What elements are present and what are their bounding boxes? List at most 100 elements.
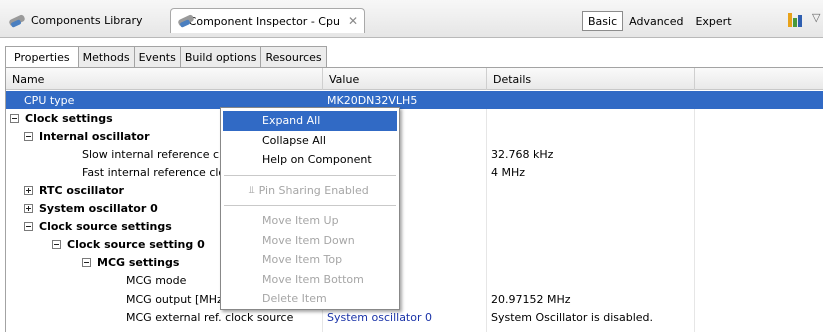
property-name: Slow internal reference cl bbox=[82, 147, 223, 161]
tab-build-options[interactable]: Build options bbox=[180, 46, 262, 68]
menu-item-label: Move Item Bottom bbox=[262, 272, 364, 286]
table-row[interactable]: Fast internal reference clo 4 MHz bbox=[6, 163, 823, 181]
table-row[interactable]: RTC oscillator bbox=[6, 181, 823, 199]
property-name: MCG mode bbox=[126, 274, 187, 288]
collapse-icon[interactable] bbox=[24, 222, 33, 232]
collapse-icon[interactable] bbox=[82, 258, 91, 268]
inspector-sub-tabs: Properties Methods Events Build options … bbox=[5, 46, 327, 68]
menu-item-pin-sharing-enabled: ⫫ Pin Sharing Enabled bbox=[221, 181, 399, 201]
tab-methods[interactable]: Methods bbox=[78, 46, 135, 68]
bar-chart-icon[interactable] bbox=[788, 11, 806, 27]
property-name: MCG output [MHz bbox=[126, 292, 223, 306]
table-row[interactable]: MCG settings bbox=[6, 254, 823, 272]
property-value-cell[interactable]: System oscillator 0 bbox=[323, 308, 486, 326]
property-details-cell bbox=[487, 200, 694, 218]
table-filler-cell bbox=[695, 290, 823, 308]
mode-basic-button[interactable]: Basic bbox=[582, 11, 624, 31]
menu-item-label: Help on Component bbox=[262, 153, 372, 167]
table-row[interactable]: CPU type MK20DN32VLH5 bbox=[6, 91, 823, 110]
property-name: Clock source setting 0 bbox=[67, 238, 205, 252]
expand-icon[interactable] bbox=[24, 204, 33, 214]
menu-item-collapse-all[interactable]: Collapse All bbox=[221, 131, 399, 151]
menu-item-label: Move Item Up bbox=[262, 214, 339, 228]
view-menu-icon[interactable]: ▽ bbox=[812, 11, 820, 24]
table-filler-cell bbox=[695, 272, 823, 290]
property-details-cell bbox=[487, 91, 694, 109]
property-name: Internal oscillator bbox=[39, 129, 150, 143]
column-header-name[interactable]: Name bbox=[6, 68, 323, 90]
menu-item-delete-item: Delete Item bbox=[221, 289, 399, 309]
context-menu: Expand All Collapse All Help on Component … bbox=[220, 107, 400, 310]
property-name-cell: MCG external ref. clock source bbox=[6, 308, 321, 326]
property-name: CPU type bbox=[24, 93, 75, 107]
table-filler-cell bbox=[695, 218, 823, 236]
column-header-value[interactable]: Value bbox=[323, 68, 487, 90]
property-details-cell bbox=[487, 272, 694, 290]
property-details-cell bbox=[487, 109, 694, 127]
menu-item-label: Pin Sharing Enabled bbox=[258, 183, 369, 197]
collapse-icon[interactable] bbox=[10, 113, 19, 123]
menu-item-label: Delete Item bbox=[262, 292, 327, 306]
property-details-cell bbox=[487, 254, 694, 272]
table-filler-cell bbox=[695, 254, 823, 272]
property-details-cell: System Oscillator is disabled. bbox=[491, 310, 654, 324]
menu-item-label: Collapse All bbox=[262, 133, 326, 147]
close-icon[interactable]: ✕ bbox=[348, 14, 358, 28]
component-icon bbox=[8, 13, 26, 28]
table-row[interactable]: MCG output [MHz 20.97152 MHz bbox=[6, 290, 823, 308]
table-row[interactable]: Slow internal reference cl 32.768 kHz bbox=[6, 145, 823, 163]
menu-item-label: Move Item Top bbox=[262, 253, 343, 267]
property-name: MCG settings bbox=[97, 256, 180, 270]
menu-item-expand-all[interactable]: Expand All bbox=[223, 111, 397, 131]
tab-label: Components Library bbox=[31, 14, 143, 27]
mode-advanced-button[interactable]: Advanced bbox=[623, 11, 689, 31]
table-row[interactable]: System oscillator 0 bbox=[6, 200, 823, 218]
table-row[interactable]: Internal oscillator bbox=[6, 127, 823, 145]
menu-separator bbox=[224, 174, 396, 176]
pin-icon: ⫫ bbox=[249, 184, 255, 196]
tab-component-inspector[interactable]: Component Inspector - Cpu ✕ bbox=[170, 8, 365, 33]
property-name: Clock settings bbox=[25, 111, 113, 125]
tab-events[interactable]: Events bbox=[134, 46, 181, 68]
menu-item-move-item-bottom: Move Item Bottom bbox=[221, 270, 399, 290]
table-filler-cell bbox=[695, 236, 823, 254]
expand-icon[interactable] bbox=[24, 185, 33, 195]
property-name: Clock source settings bbox=[39, 220, 172, 234]
menu-separator bbox=[224, 205, 396, 206]
tab-components-library[interactable]: Components Library bbox=[2, 10, 168, 31]
tab-label: Component Inspector - Cpu bbox=[188, 14, 340, 28]
property-name: System oscillator 0 bbox=[39, 202, 158, 216]
property-details-cell: 4 MHz bbox=[491, 165, 526, 179]
table-header: Name Value Details bbox=[6, 68, 823, 90]
tab-properties[interactable]: Properties bbox=[5, 46, 79, 68]
tab-resources[interactable]: Resources bbox=[261, 46, 327, 68]
property-name: RTC oscillator bbox=[39, 183, 124, 197]
table-row[interactable]: Clock source setting 0 bbox=[6, 236, 823, 254]
menu-item-move-item-down: Move Item Down bbox=[221, 231, 399, 251]
table-row[interactable]: Clock source settings bbox=[6, 218, 823, 236]
table-row[interactable]: MCG external ref. clock source System osc… bbox=[6, 308, 823, 326]
collapse-icon[interactable] bbox=[24, 131, 33, 141]
table-filler-cell bbox=[695, 163, 823, 181]
property-name: MCG external ref. clock source bbox=[126, 310, 294, 324]
mode-switcher: Basic Advanced Expert bbox=[582, 11, 738, 31]
property-details-cell: 32.768 kHz bbox=[491, 147, 554, 161]
collapse-icon[interactable] bbox=[52, 240, 61, 250]
table-filler-cell bbox=[695, 200, 823, 218]
table-filler-cell bbox=[695, 181, 823, 199]
mode-expert-button[interactable]: Expert bbox=[689, 11, 737, 31]
table-row[interactable]: Clock settings bbox=[6, 109, 823, 127]
view-tab-bar: Components Library Component Inspector -… bbox=[0, 0, 823, 38]
table-filler-cell bbox=[695, 109, 823, 127]
menu-item-move-item-up: Move Item Up bbox=[221, 211, 399, 231]
table-filler-cell bbox=[695, 127, 823, 145]
menu-item-help-on-component[interactable]: Help on Component bbox=[221, 150, 399, 170]
table-filler-cell bbox=[695, 145, 823, 163]
menu-item-label: Move Item Down bbox=[262, 233, 355, 247]
column-header-details[interactable]: Details bbox=[487, 68, 695, 90]
properties-table: Name Value Details CPU type MK20DN32VLH5 C… bbox=[5, 67, 823, 332]
property-details-cell: 20.97152 MHz bbox=[491, 292, 571, 306]
table-row[interactable]: MCG mode bbox=[6, 272, 823, 290]
menu-item-label: Expand All bbox=[262, 114, 321, 128]
component-icon bbox=[177, 13, 195, 28]
